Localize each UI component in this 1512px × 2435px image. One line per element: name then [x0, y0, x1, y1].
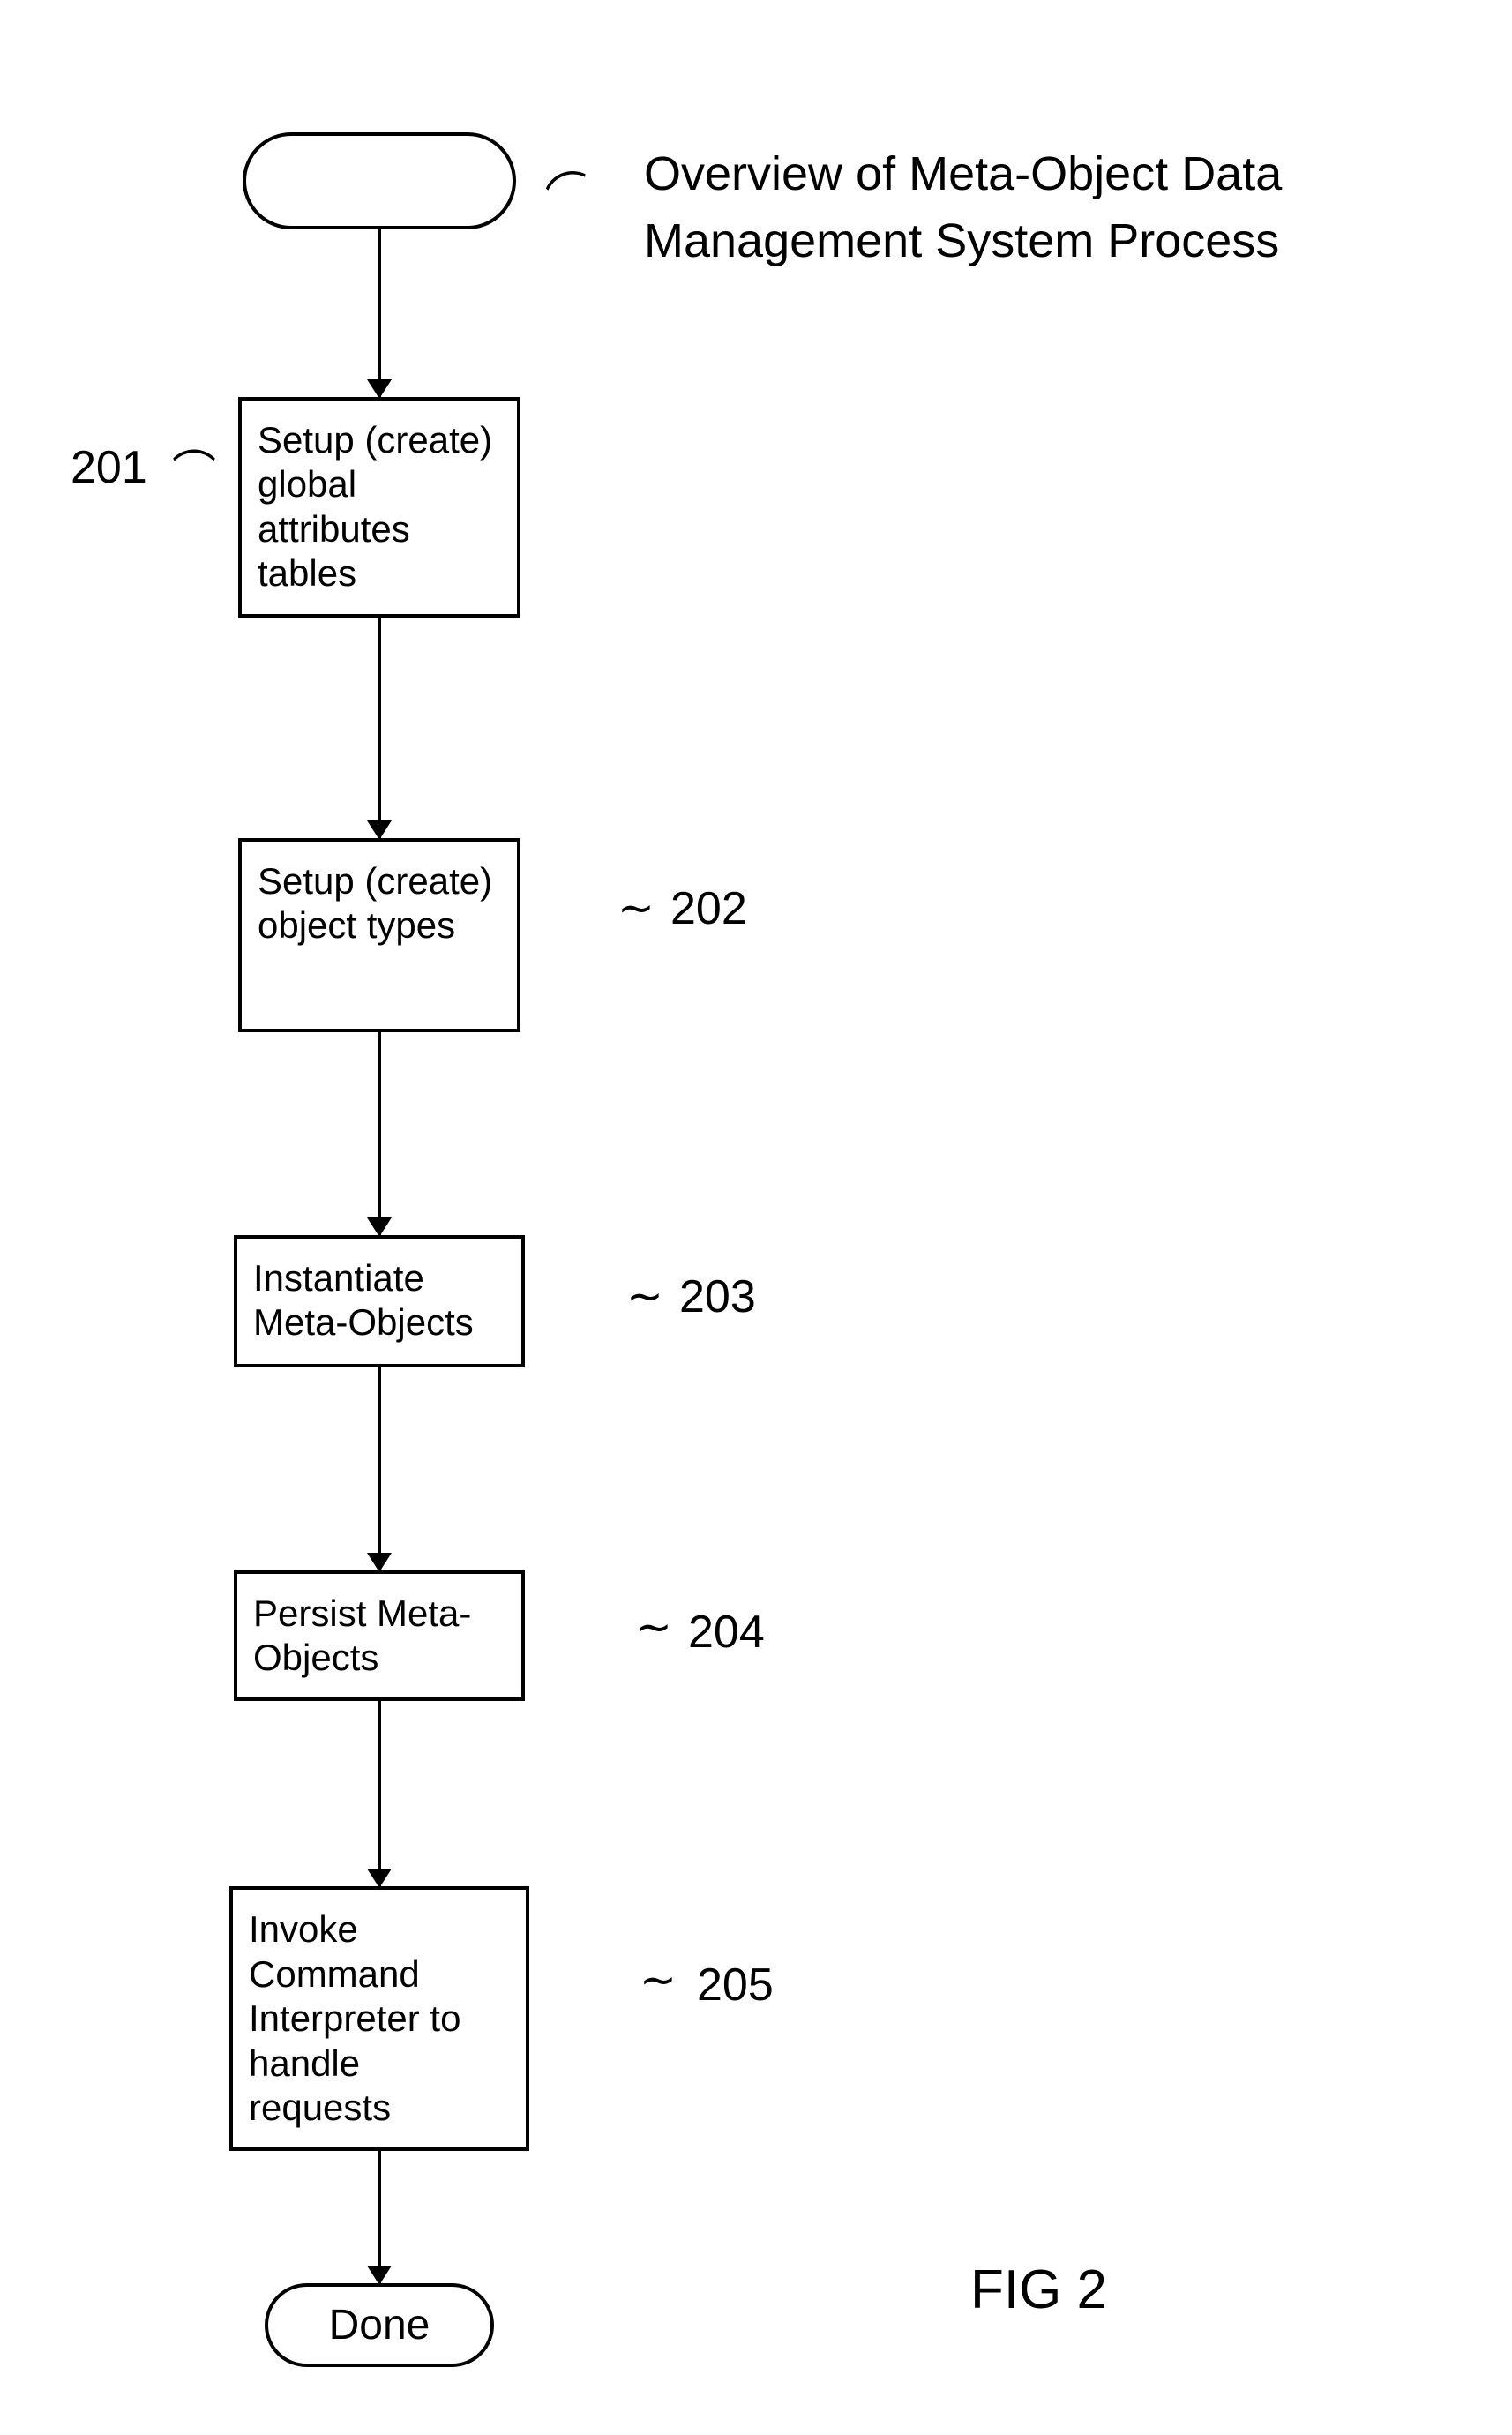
connector-tilde: ∼ [626, 1270, 663, 1322]
process-step-204: Persist Meta-Objects [234, 1570, 525, 1702]
step-text: Instantiate Meta-Objects [253, 1257, 474, 1343]
arrow [378, 229, 381, 397]
arrow [378, 1701, 381, 1886]
connector-tilde: ∼ [640, 1954, 677, 2005]
end-label: Done [329, 2301, 430, 2349]
ref-number-204: 204 [688, 1606, 765, 1659]
end-terminal: Done [265, 2283, 494, 2367]
figure-label: FIG 2 [970, 2259, 1107, 2321]
arrow [378, 2151, 381, 2283]
process-step-201: Setup (create) global attributes tables [238, 397, 520, 618]
connector-tilde: ∼ [618, 882, 655, 933]
step-text: Persist Meta-Objects [253, 1592, 471, 1678]
arrow [378, 1367, 381, 1570]
ref-number-202: 202 [670, 882, 747, 935]
step-text: Invoke Command Interpreter to handle req… [249, 1908, 460, 2128]
process-step-205: Invoke Command Interpreter to handle req… [229, 1886, 529, 2151]
connector-line: ⌒ [537, 154, 601, 229]
start-terminal [243, 132, 516, 229]
step-text: Setup (create) object types [258, 860, 492, 946]
ref-number-201: 201 [71, 441, 147, 494]
flowchart-container: Setup (create) global attributes tables … [229, 132, 529, 2367]
ref-number-203: 203 [679, 1270, 756, 1323]
process-step-202: Setup (create) object types [238, 838, 520, 1032]
ref-number-205: 205 [697, 1959, 774, 2012]
connector-tilde: ∼ [635, 1601, 672, 1652]
arrow [378, 1032, 381, 1235]
arrow [378, 618, 381, 838]
step-text: Setup (create) global attributes tables [258, 419, 492, 594]
diagram-title: Overview of Meta-Object Data Management … [644, 141, 1350, 274]
connector-tilde: ⌒ [172, 437, 216, 500]
process-step-203: Instantiate Meta-Objects [234, 1235, 525, 1367]
